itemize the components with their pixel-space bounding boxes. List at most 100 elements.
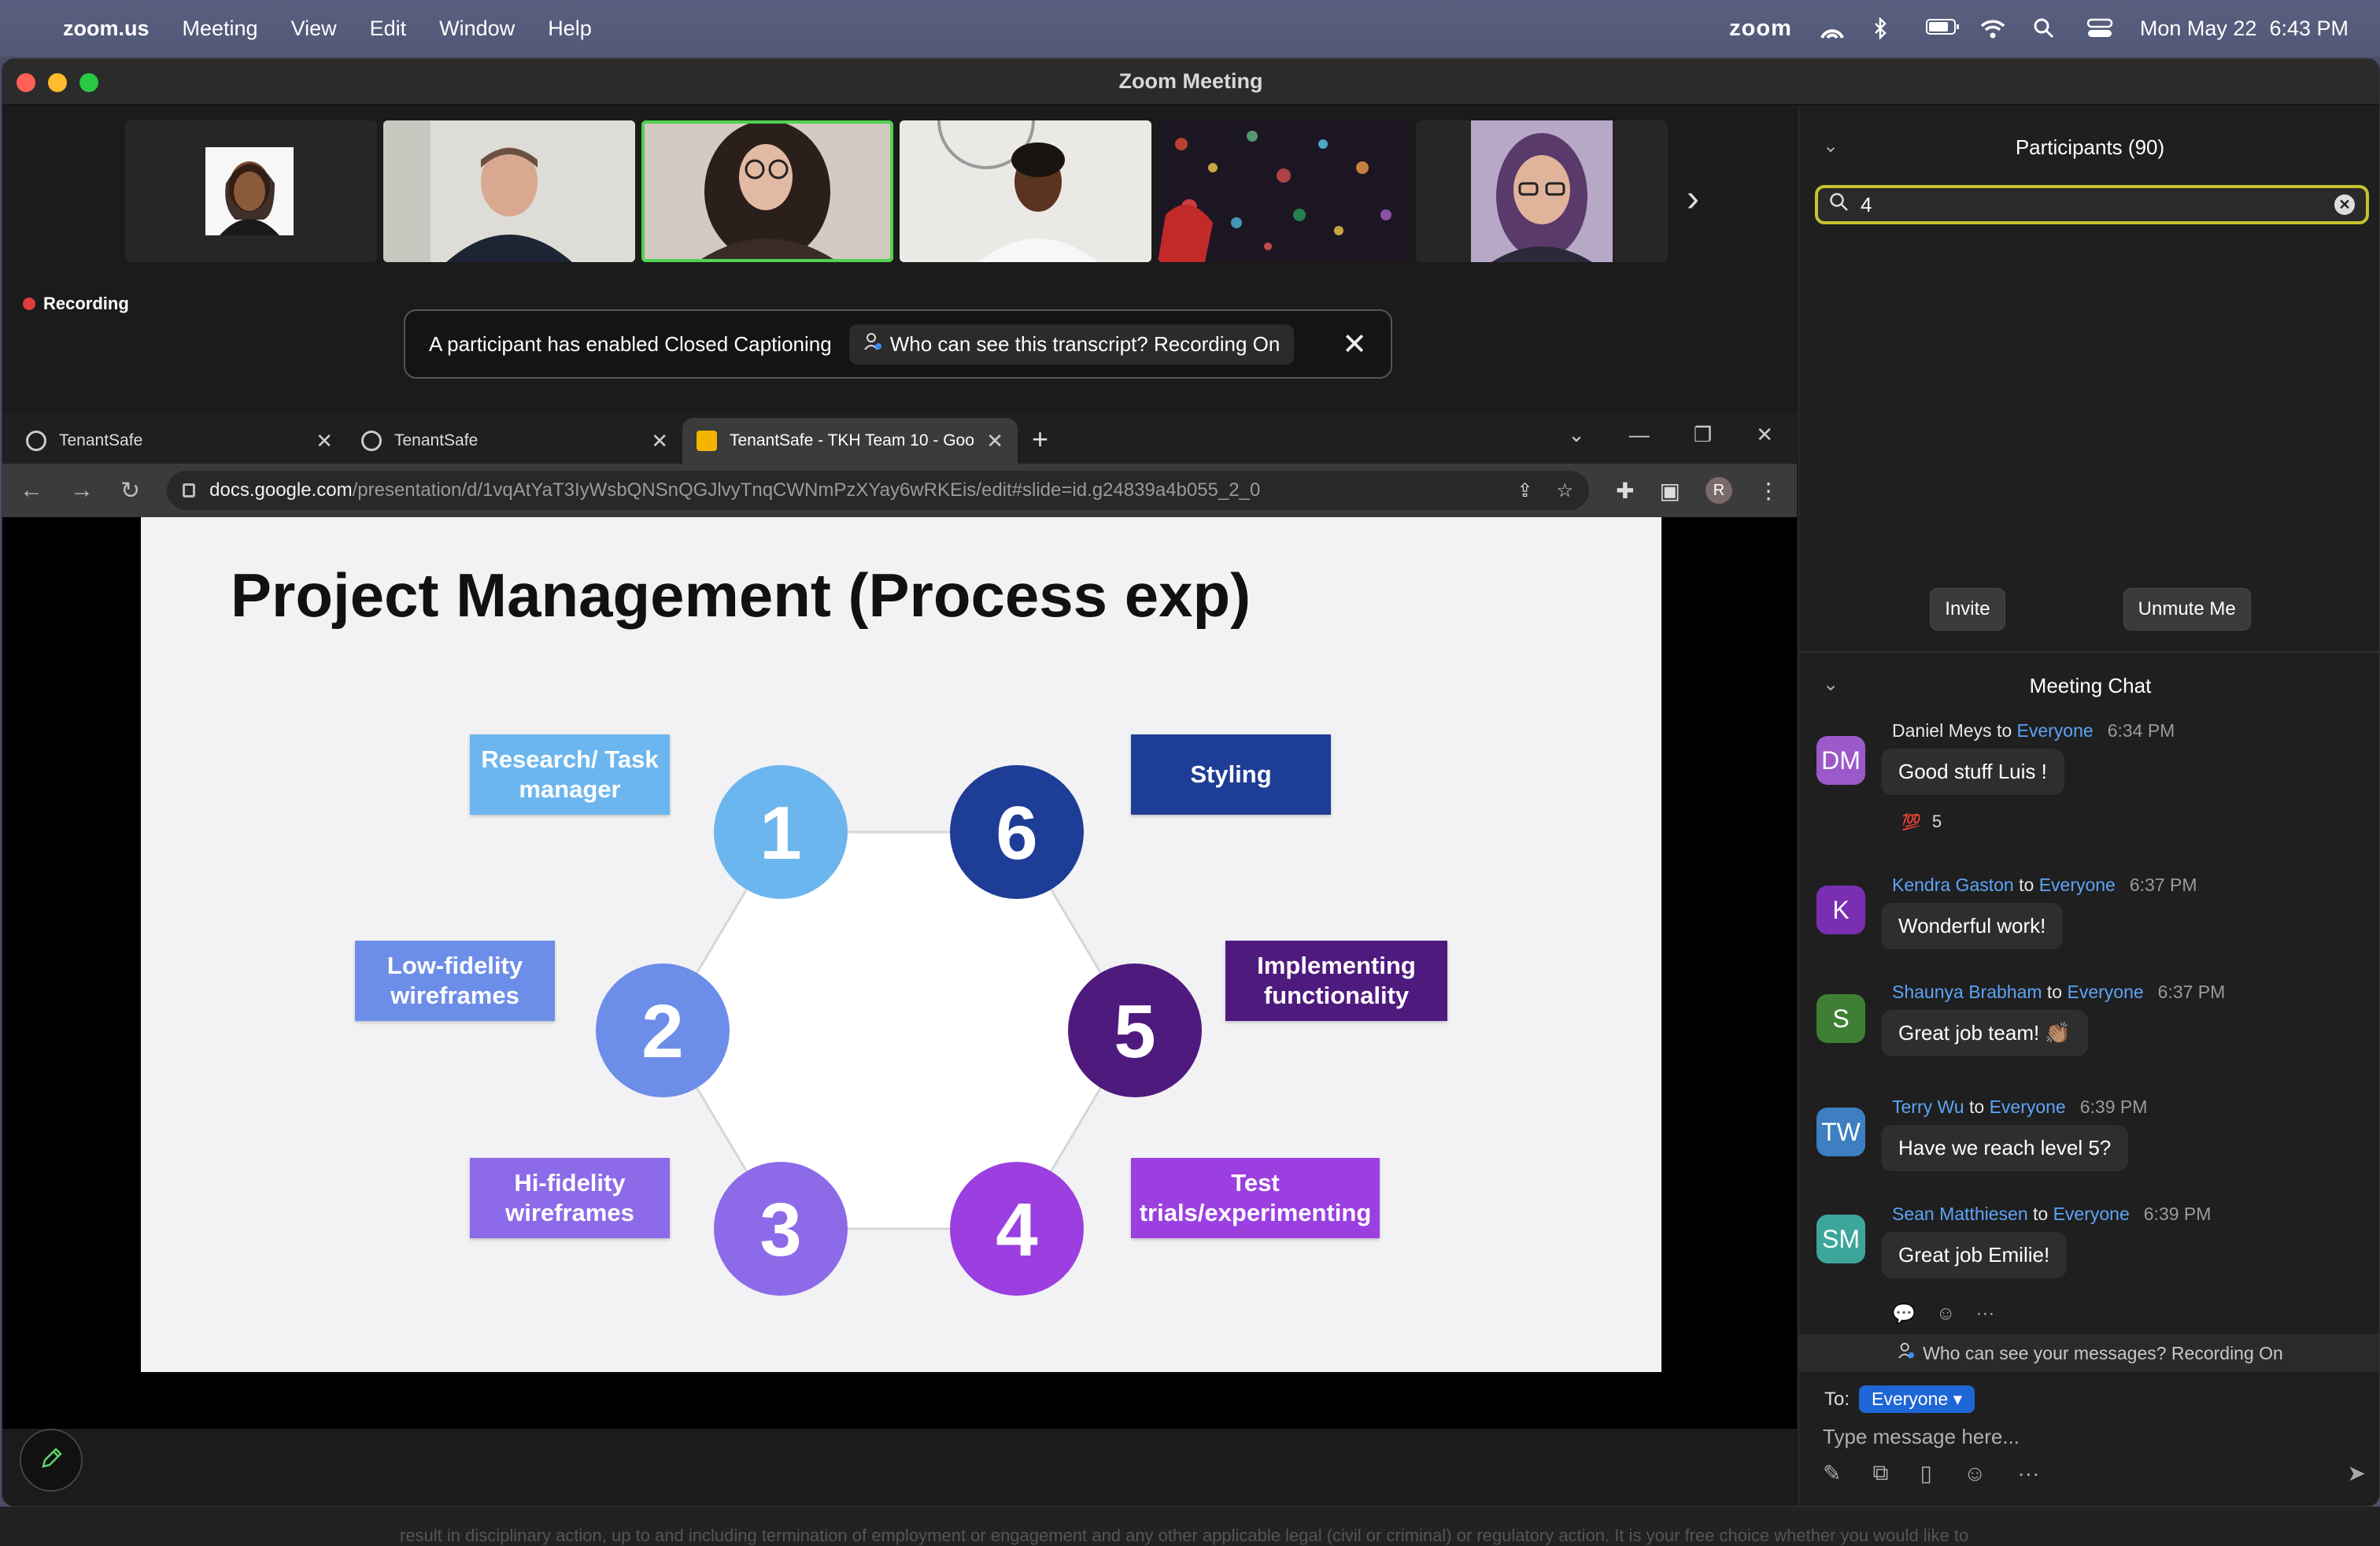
url-host: docs.google.com — [209, 479, 353, 501]
sender-name[interactable]: Shaunya Brabham — [1892, 982, 2042, 1002]
participants-chat-panel: ⌄ Participants (90) ✕ Invite Unmute Me ⌄… — [1798, 106, 2379, 1506]
more-horizontal-icon[interactable]: ··· — [1975, 1303, 1994, 1326]
clock-time[interactable]: 6:43 PM — [2269, 17, 2349, 41]
tab-close-icon[interactable]: ✕ — [986, 429, 1003, 453]
to-word: to — [2033, 1204, 2049, 1224]
to-word: to — [1968, 1097, 1985, 1117]
recipient[interactable]: Everyone — [1990, 1097, 2066, 1117]
video-tile[interactable] — [900, 120, 1151, 262]
tab-close-icon[interactable]: ✕ — [316, 429, 333, 453]
chevron-down-icon[interactable]: ⌄ — [1823, 673, 1839, 696]
extensions-puzzle-icon[interactable]: ✚ — [1616, 478, 1634, 504]
step-1-number: 1 — [759, 791, 801, 875]
menu-window[interactable]: Window — [439, 17, 515, 41]
more-horizontal-icon[interactable]: ··· — [2017, 1461, 2039, 1486]
file-icon[interactable]: ▯ — [1920, 1460, 1931, 1486]
window-title: Zoom Meeting — [1118, 69, 1263, 93]
share-icon[interactable]: ⇪ — [1517, 479, 1532, 502]
video-gallery-strip — [125, 120, 1668, 262]
google-slides-icon — [697, 431, 717, 451]
send-icon[interactable]: ➤ — [2348, 1460, 2366, 1486]
spotlight-search-icon[interactable] — [2033, 17, 2060, 39]
person-lock-icon — [1898, 1342, 1915, 1364]
transcript-visibility-pill[interactable]: Who can see this transcript? Recording O… — [848, 324, 1295, 364]
menu-app-name[interactable]: zoom.us — [63, 17, 150, 41]
to-label: To: — [1824, 1388, 1850, 1410]
minimize-icon[interactable]: — — [1629, 423, 1650, 447]
recipient[interactable]: Everyone — [2067, 982, 2143, 1002]
sender-name[interactable]: Kendra Gaston — [1892, 875, 2014, 895]
sender-name[interactable]: Sean Matthiesen — [1892, 1204, 2028, 1224]
reply-thread-icon[interactable]: 💬 — [1892, 1303, 1916, 1326]
format-text-icon[interactable]: ✎ — [1823, 1460, 1841, 1486]
side-panel-icon[interactable]: ▣ — [1660, 478, 1680, 504]
message-bubble[interactable]: Good stuff Luis ! — [1881, 749, 2064, 795]
message-meta: Shaunya Brabham to Everyone 6:37 PM — [1892, 982, 2225, 1003]
screenshot-icon[interactable]: ⧉ — [1872, 1460, 1888, 1486]
zoom-status-icon[interactable]: zoom — [1729, 16, 1792, 42]
browser-tab[interactable]: TenantSafe ✕ — [347, 418, 682, 464]
video-tile[interactable] — [383, 120, 635, 262]
video-tile[interactable] — [1158, 120, 1410, 262]
tab-search-chevron-icon[interactable]: ⌄ — [1568, 423, 1585, 447]
step-3-label: Hi-fidelity wireframes — [470, 1158, 670, 1238]
tab-close-icon[interactable]: ✕ — [651, 429, 668, 453]
message-time: 6:34 PM — [2107, 720, 2175, 741]
recipient[interactable]: Everyone — [2039, 875, 2116, 895]
tab-label: TenantSafe — [59, 431, 143, 449]
add-reaction-icon[interactable]: ☺ — [1936, 1303, 1956, 1326]
recipient[interactable]: Everyone — [2017, 720, 2094, 741]
battery-icon[interactable] — [1925, 17, 1959, 39]
message-meta: Daniel Meys to Everyone 6:34 PM — [1892, 720, 2175, 742]
invite-button[interactable]: Invite — [1930, 588, 2005, 631]
background-text: result in disciplinary action, up to and… — [400, 1526, 1969, 1545]
control-center-icon[interactable] — [2086, 17, 2113, 39]
bookmark-star-icon[interactable]: ☆ — [1557, 479, 1574, 502]
sender-name[interactable]: Daniel Meys — [1892, 720, 1992, 741]
annotate-pencil-button[interactable] — [20, 1429, 83, 1492]
video-tile[interactable] — [125, 120, 377, 262]
bluetooth-icon[interactable] — [1872, 16, 1899, 41]
menu-view[interactable]: View — [291, 17, 337, 41]
browser-tab[interactable]: TenantSafe ✕ — [12, 418, 347, 464]
menu-help[interactable]: Help — [548, 17, 592, 41]
chevron-down-icon[interactable]: ⌄ — [1823, 135, 1839, 157]
panel-divider — [1799, 651, 2379, 653]
video-tile[interactable] — [1416, 120, 1668, 262]
minimize-window-button[interactable] — [48, 73, 67, 92]
close-icon[interactable]: ✕ — [1756, 423, 1773, 447]
message-bubble[interactable]: Have we reach level 5? — [1881, 1125, 2129, 1171]
video-tile-active-speaker[interactable] — [641, 120, 893, 262]
menu-edit[interactable]: Edit — [370, 17, 407, 41]
message-bubble[interactable]: Great job team! 👏🏽 — [1881, 1010, 2088, 1056]
sender-name[interactable]: Terry Wu — [1892, 1097, 1964, 1117]
menu-meeting[interactable]: Meeting — [183, 17, 258, 41]
recipient[interactable]: Everyone — [2053, 1204, 2130, 1224]
profile-avatar[interactable]: R — [1706, 477, 1732, 504]
url-field[interactable]: docs.google.com /presentation/d/1vqAtYaT… — [167, 471, 1590, 510]
more-vertical-icon[interactable]: ⋮ — [1757, 478, 1779, 504]
message-bubble[interactable]: Great job Emilie! — [1881, 1232, 2068, 1278]
message-bubble[interactable]: Wonderful work! — [1881, 903, 2064, 949]
airdrop-icon[interactable] — [1819, 17, 1846, 39]
wifi-icon[interactable] — [1979, 17, 2006, 39]
clear-search-icon[interactable]: ✕ — [2334, 194, 2355, 215]
recipient-dropdown[interactable]: Everyone ▾ — [1859, 1385, 1975, 1413]
close-icon[interactable]: ✕ — [1342, 327, 1367, 362]
restore-icon[interactable]: ❐ — [1694, 423, 1712, 447]
forward-arrow-icon[interactable]: → — [70, 477, 94, 504]
zoom-meeting-window: Zoom Meeting › Recording A participant h… — [2, 58, 2380, 1507]
close-window-button[interactable] — [17, 73, 35, 92]
unmute-me-button[interactable]: Unmute Me — [2123, 588, 2251, 631]
new-tab-plus-icon[interactable]: + — [1018, 423, 1062, 464]
reaction[interactable]: 💯 5 — [1901, 812, 1942, 832]
fullscreen-window-button[interactable] — [79, 73, 98, 92]
participant-search-input[interactable] — [1861, 192, 2334, 217]
back-arrow-icon[interactable]: ← — [20, 477, 43, 504]
emoji-icon[interactable]: ☺ — [1964, 1461, 1986, 1486]
chevron-right-icon[interactable]: › — [1687, 177, 1699, 220]
clock-date[interactable]: Mon May 22 — [2140, 17, 2257, 41]
browser-tab-active[interactable]: TenantSafe - TKH Team 10 - Goo ✕ — [682, 418, 1018, 464]
chat-message-input[interactable] — [1823, 1421, 2358, 1452]
reload-icon[interactable]: ↻ — [120, 477, 140, 505]
